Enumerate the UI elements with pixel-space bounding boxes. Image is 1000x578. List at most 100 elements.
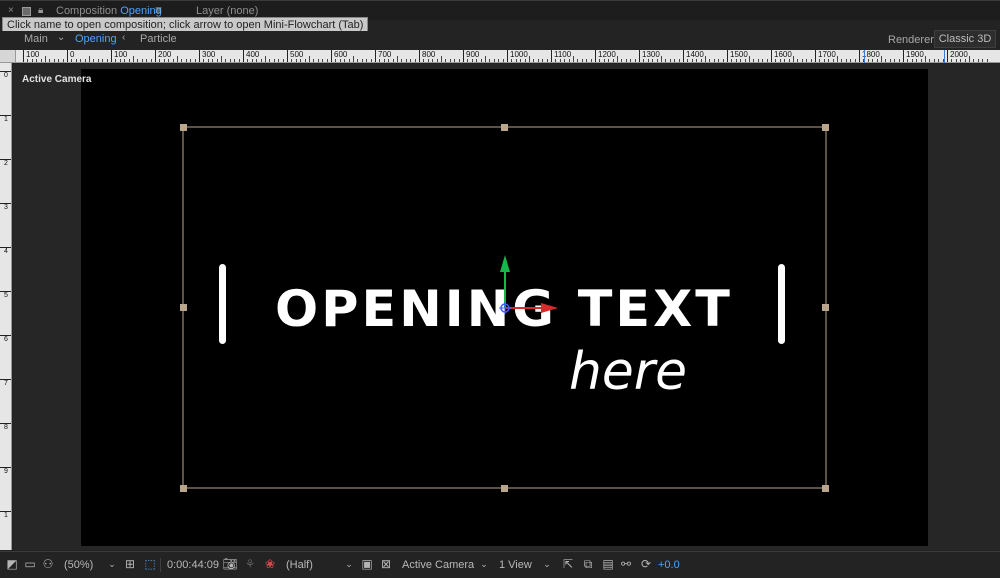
timecode[interactable]: 0:00:44:09 bbox=[167, 557, 219, 573]
chevron-left-icon[interactable]: ‹ bbox=[122, 32, 125, 43]
ruler-minor-tick bbox=[97, 59, 99, 62]
timeline-icon[interactable]: ▤ bbox=[600, 556, 616, 572]
ruler-minor-tick bbox=[819, 59, 821, 62]
ruler-minor-tick bbox=[713, 59, 715, 62]
show-snapshot-icon[interactable]: ⚘ bbox=[242, 556, 258, 572]
ruler-minor-tick bbox=[881, 56, 882, 62]
view-layout-select[interactable]: 1 View bbox=[499, 557, 532, 573]
ruler-minor-tick bbox=[533, 59, 535, 62]
ruler-minor-tick bbox=[265, 56, 266, 62]
ruler-minor-tick bbox=[458, 59, 460, 62]
ruler-minor-tick bbox=[920, 59, 922, 62]
ruler-minor-tick bbox=[185, 59, 187, 62]
color-channels-icon[interactable]: ❀ bbox=[262, 556, 278, 572]
mask-path-icon[interactable]: ⬚ bbox=[142, 556, 158, 572]
ruler-minor-tick bbox=[529, 56, 530, 62]
ruler-minor-tick bbox=[238, 59, 240, 62]
chevron-down-icon[interactable]: ⌄ bbox=[104, 556, 120, 572]
ruler-minor-tick bbox=[735, 59, 737, 62]
mask-visibility-icon[interactable]: ⚇ bbox=[40, 556, 56, 572]
ruler-minor-tick bbox=[485, 56, 486, 62]
ruler-minor-tick bbox=[476, 59, 478, 62]
composition-canvas[interactable] bbox=[81, 69, 928, 546]
fast-previews-icon[interactable]: ⧉ bbox=[580, 556, 596, 572]
resolution-select[interactable]: (Half) bbox=[286, 557, 313, 573]
ruler-minor-tick bbox=[339, 59, 341, 62]
chevron-down-icon[interactable]: ⌄ bbox=[341, 556, 357, 572]
ruler-minor-tick bbox=[555, 59, 557, 62]
ruler-horizontal[interactable]: 100 0 100 200 300 400 500 600 700 800 900 1000 1100 1… bbox=[16, 50, 1000, 63]
ruler-minor-tick bbox=[36, 59, 38, 62]
reset-exposure-icon[interactable]: ⟳ bbox=[638, 556, 654, 572]
ruler-minor-tick bbox=[929, 59, 931, 62]
crumb-main[interactable]: Main bbox=[24, 33, 48, 45]
region-of-interest-icon[interactable]: ▣ bbox=[359, 556, 375, 572]
flowchart-icon[interactable]: ⚯ bbox=[618, 556, 634, 572]
ruler-minor-tick bbox=[612, 59, 614, 62]
ruler-minor-tick bbox=[133, 56, 134, 62]
ruler-minor-tick bbox=[31, 59, 33, 62]
grid-guides-icon[interactable]: ⊞ bbox=[122, 556, 138, 572]
ruler-minor-tick bbox=[207, 59, 209, 62]
ruler-minor-tick bbox=[150, 59, 152, 62]
ruler-minor-tick bbox=[313, 59, 315, 62]
always-preview-icon[interactable]: ◩ bbox=[4, 556, 20, 572]
ruler-minor-tick bbox=[493, 59, 495, 62]
ruler-minor-tick bbox=[260, 59, 262, 62]
ruler-minor-tick bbox=[282, 59, 284, 62]
ruler-minor-tick bbox=[661, 56, 662, 62]
exposure-value[interactable]: +0.0 bbox=[658, 557, 680, 573]
ruler-minor-tick bbox=[397, 56, 398, 62]
ruler-minor-tick bbox=[674, 59, 676, 62]
renderer-label: Renderer: bbox=[888, 34, 937, 46]
ruler-minor-tick bbox=[793, 56, 794, 62]
chevron-down-icon[interactable]: ⌄ bbox=[476, 556, 492, 572]
ruler-minor-tick bbox=[753, 59, 755, 62]
ruler-tick-label: 7 bbox=[0, 379, 11, 388]
panel-menu-icon[interactable]: ≡ bbox=[155, 3, 162, 17]
ruler-minor-tick bbox=[876, 59, 878, 62]
crumb-opening[interactable]: Opening bbox=[75, 33, 117, 45]
ruler-minor-tick bbox=[45, 56, 46, 62]
transparency-grid-icon[interactable]: ⊠ bbox=[378, 556, 394, 572]
camera-view-select[interactable]: Active Camera bbox=[402, 557, 474, 573]
ruler-minor-tick bbox=[573, 56, 574, 62]
ruler-tick-label: 3 bbox=[0, 203, 11, 212]
ruler-minor-tick bbox=[353, 56, 354, 62]
crumb-particle[interactable]: Particle bbox=[140, 33, 177, 45]
ruler-minor-tick bbox=[837, 56, 838, 62]
composition-prefix: Composition bbox=[56, 5, 118, 17]
lock-icon[interactable]: 🔒︎ bbox=[38, 5, 43, 16]
ruler-minor-tick bbox=[445, 59, 447, 62]
ruler-minor-tick bbox=[705, 56, 706, 62]
ruler-minor-tick bbox=[53, 59, 55, 62]
ruler-minor-tick bbox=[168, 59, 170, 62]
close-panel-icon[interactable]: × bbox=[8, 5, 14, 16]
ruler-minor-tick bbox=[370, 59, 372, 62]
ruler-minor-tick bbox=[867, 59, 869, 62]
ruler-minor-tick bbox=[801, 59, 803, 62]
monitor-icon[interactable]: ▭ bbox=[22, 556, 38, 572]
ruler-minor-tick bbox=[925, 56, 926, 62]
ruler-minor-tick bbox=[766, 59, 768, 62]
composition-tab[interactable]: Composition Opening bbox=[56, 5, 162, 17]
chevron-down-icon[interactable]: ⌄ bbox=[539, 556, 555, 572]
layer-tab[interactable]: Layer (none) bbox=[196, 5, 258, 17]
ruler-minor-tick bbox=[423, 59, 425, 62]
renderer-button[interactable]: Classic 3D bbox=[934, 30, 996, 48]
ruler-corner bbox=[0, 50, 16, 63]
ruler-minor-tick bbox=[964, 59, 966, 62]
ruler-minor-tick bbox=[181, 59, 183, 62]
ruler-minor-tick bbox=[669, 59, 671, 62]
ruler-minor-tick bbox=[203, 59, 205, 62]
chevron-down-icon[interactable]: ⌄ bbox=[57, 32, 65, 43]
ruler-minor-tick bbox=[84, 59, 86, 62]
ruler-minor-tick bbox=[722, 59, 724, 62]
toggle-pixel-aspect-icon[interactable]: ⇱ bbox=[560, 556, 576, 572]
ruler-minor-tick bbox=[511, 59, 513, 62]
zoom-select[interactable]: (50%) bbox=[64, 557, 93, 573]
ruler-minor-tick bbox=[850, 59, 852, 62]
ruler-minor-tick bbox=[568, 59, 570, 62]
snapshot-camera-icon[interactable]: 📷︎ bbox=[222, 556, 238, 572]
ruler-vertical[interactable]: 012345678911 bbox=[0, 63, 12, 550]
